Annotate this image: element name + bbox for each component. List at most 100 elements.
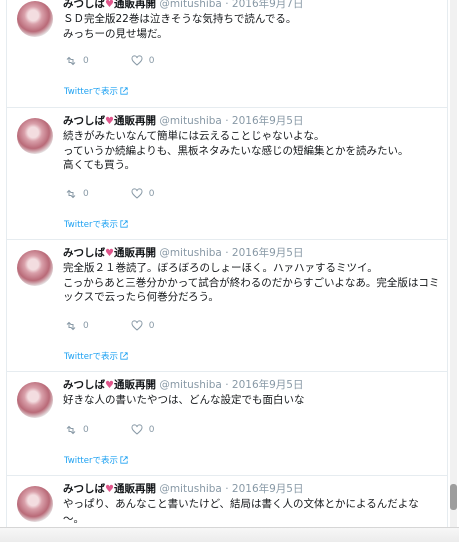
like-count: 0 — [148, 56, 155, 66]
author-handle[interactable]: @mitushiba — [159, 115, 222, 127]
retweet-icon — [66, 56, 76, 66]
tweet-text-line: ックスで云ったら何巻分だろう。 — [63, 291, 219, 303]
retweet-button[interactable]: 0 — [65, 424, 89, 436]
author-handle[interactable]: @mitushiba — [159, 483, 222, 495]
view-on-twitter-label: Twitterで表示 — [64, 87, 118, 97]
tweet-text-line: ＳＤ完全版22巻は泣きそうな気持ちで読んでる。 — [63, 13, 297, 25]
like-button[interactable]: 0 — [131, 320, 155, 332]
author-handle[interactable]: @mitushiba — [159, 247, 222, 259]
author-name-suffix[interactable]: 通販再開 — [114, 483, 156, 495]
tweet-actions: 0 0 — [65, 320, 196, 332]
avatar[interactable] — [17, 486, 53, 522]
tweet-date[interactable]: 2016年9月7日 — [232, 0, 304, 10]
tweet-date[interactable]: 2016年9月5日 — [232, 247, 304, 259]
tweet-text-line: 完全版２１巻読了。ぼろぼろのしょーほく。ハァハァするミツイ。 — [63, 262, 378, 274]
external-link-icon — [120, 87, 128, 95]
author-name-suffix[interactable]: 通販再開 — [114, 0, 156, 10]
retweet-icon — [66, 321, 76, 331]
tweet-text: 好きな人の書いたやつは、どんな設定でも面白いな — [63, 393, 447, 408]
tweet-actions: 0 0 — [65, 424, 196, 436]
external-link-icon — [120, 352, 128, 360]
tweet-text-line: 〜。 — [63, 512, 84, 525]
view-on-twitter-label: Twitterで表示 — [64, 220, 118, 230]
tweet-text-line: やっぱり、あんなこと書いたけど、結局は書く人の文体とかによるんだよな — [63, 498, 419, 510]
tweet-text-line: みっちーの見せ場だ。 — [63, 27, 168, 40]
tweet-actions: 0 0 — [65, 188, 196, 200]
tweet[interactable]: みつしば♥通販再開 @mitushiba · 2016年9月5日 好きな人の書い… — [7, 372, 447, 476]
retweet-button[interactable]: 0 — [65, 320, 89, 332]
heart-emoji-icon: ♥ — [105, 248, 114, 259]
tweet-date[interactable]: 2016年9月5日 — [232, 115, 304, 127]
tweet-date[interactable]: 2016年9月5日 — [232, 379, 304, 391]
author-name-suffix[interactable]: 通販再開 — [114, 115, 156, 127]
tweet-text: 続きがみたいなんて簡単には云えることじゃないよな。 っていうか続編よりも、黒板ネ… — [63, 129, 447, 173]
tweet-text-line: 高くても買う。 — [63, 159, 136, 171]
heart-icon — [131, 55, 143, 66]
like-count: 0 — [148, 189, 155, 199]
tweet-actions: 0 0 — [65, 55, 196, 67]
retweet-count: 0 — [83, 189, 89, 199]
tweet-text: 完全版２１巻読了。ぼろぼろのしょーほく。ハァハァするミツイ。 こっからあと三巻分… — [63, 261, 447, 305]
tweet-text-line: 続きがみたいなんて簡単には云えることじゃないよな。 — [63, 130, 325, 142]
like-count: 0 — [148, 321, 155, 331]
avatar[interactable] — [17, 118, 53, 154]
separator: · — [225, 115, 229, 127]
author-name[interactable]: みつしば — [63, 483, 105, 495]
external-link-icon — [120, 456, 128, 464]
like-count: 0 — [148, 425, 155, 435]
view-on-twitter-link[interactable]: Twitterで表示 — [64, 454, 128, 466]
like-button[interactable]: 0 — [131, 55, 155, 67]
tweet-timeline: みつしば♥通販再開 @mitushiba · 2016年9月7日 ＳＤ完全版22… — [6, 0, 448, 542]
retweet-button[interactable]: 0 — [65, 188, 89, 200]
tweet-header: みつしば♥通販再開 @mitushiba · 2016年9月5日 — [63, 481, 304, 496]
retweet-button[interactable]: 0 — [65, 55, 89, 67]
heart-emoji-icon: ♥ — [105, 484, 114, 495]
separator: · — [225, 483, 229, 495]
view-on-twitter-link[interactable]: Twitterで表示 — [64, 350, 128, 362]
view-on-twitter-label: Twitterで表示 — [64, 456, 118, 466]
scrollbar-track[interactable] — [450, 0, 457, 542]
author-handle[interactable]: @mitushiba — [159, 0, 222, 10]
author-handle[interactable]: @mitushiba — [159, 379, 222, 391]
separator: · — [225, 379, 229, 391]
tweet-text-line: こっからあと三巻分かかって試合が終わるのだからすごいよなあ。完全版はコミ — [63, 276, 440, 289]
tweet[interactable]: みつしば♥通販再開 @mitushiba · 2016年9月5日 完全版２１巻読… — [7, 240, 447, 372]
heart-icon — [131, 320, 143, 331]
tweet[interactable]: みつしば♥通販再開 @mitushiba · 2016年9月7日 ＳＤ完全版22… — [7, 0, 447, 108]
separator: · — [225, 0, 229, 10]
tweet-header: みつしば♥通販再開 @mitushiba · 2016年9月5日 — [63, 113, 304, 128]
author-name[interactable]: みつしば — [63, 0, 105, 10]
like-button[interactable]: 0 — [131, 424, 155, 436]
tweet-header: みつしば♥通販再開 @mitushiba · 2016年9月7日 — [63, 0, 304, 11]
author-name-suffix[interactable]: 通販再開 — [114, 379, 156, 391]
avatar[interactable] — [17, 382, 53, 418]
view-on-twitter-label: Twitterで表示 — [64, 352, 118, 362]
author-name[interactable]: みつしば — [63, 115, 105, 127]
scrollbar-thumb[interactable] — [450, 484, 457, 510]
heart-emoji-icon: ♥ — [105, 0, 114, 10]
heart-icon — [131, 424, 143, 435]
tweet-header: みつしば♥通販再開 @mitushiba · 2016年9月5日 — [63, 245, 304, 260]
tweet-text: やっぱり、あんなこと書いたけど、結局は書く人の文体とかによるんだよな 〜。 — [63, 497, 447, 526]
retweet-count: 0 — [83, 321, 89, 331]
tweet-date[interactable]: 2016年9月5日 — [232, 483, 304, 495]
heart-emoji-icon: ♥ — [105, 116, 114, 127]
author-name[interactable]: みつしば — [63, 379, 105, 391]
author-name-suffix[interactable]: 通販再開 — [114, 247, 156, 259]
tweet[interactable]: みつしば♥通販再開 @mitushiba · 2016年9月5日 続きがみたいな… — [7, 108, 447, 240]
retweet-count: 0 — [83, 56, 89, 66]
view-on-twitter-link[interactable]: Twitterで表示 — [64, 218, 128, 230]
view-on-twitter-link[interactable]: Twitterで表示 — [64, 85, 128, 97]
like-button[interactable]: 0 — [131, 188, 155, 200]
retweet-icon — [66, 425, 76, 435]
tweet-text: ＳＤ完全版22巻は泣きそうな気持ちで読んでる。 みっちーの見せ場だ。 — [63, 12, 447, 41]
tweet-text-line: っていうか続編よりも、黒板ネタみたいな感じの短編集とかを読みたい。 — [63, 144, 409, 157]
avatar[interactable] — [17, 1, 53, 37]
tweet-text-line: 好きな人の書いたやつは、どんな設定でも面白いな — [63, 394, 305, 406]
avatar[interactable] — [17, 250, 53, 286]
retweet-count: 0 — [83, 425, 89, 435]
author-name[interactable]: みつしば — [63, 247, 105, 259]
retweet-icon — [66, 189, 76, 199]
bottom-strip — [0, 527, 459, 542]
heart-icon — [131, 188, 143, 199]
